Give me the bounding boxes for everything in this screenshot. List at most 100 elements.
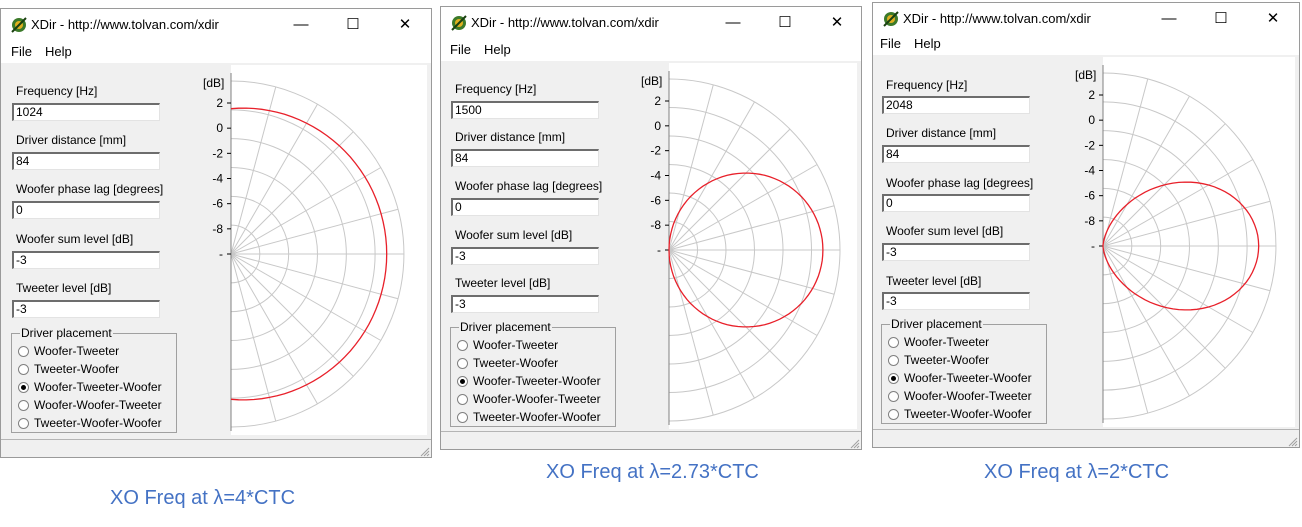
radio-circle	[888, 391, 899, 402]
radio-label: Woofer-Woofer-Tweeter	[904, 389, 1032, 403]
radio-woofer-tweeter-woofer[interactable]: Woofer-Tweeter-Woofer	[886, 371, 1046, 387]
frequency-input[interactable]: 1500	[451, 101, 599, 119]
resize-grip-icon[interactable]	[848, 437, 860, 449]
axis-area	[1059, 57, 1103, 427]
driver-placement-group: Driver placement Woofer-Tweeter Tweeter-…	[881, 317, 1047, 424]
close-button[interactable]: ✕	[1253, 7, 1293, 31]
radio-tweeter-woofer[interactable]: Tweeter-Woofer	[455, 356, 615, 372]
axis-unit-label: [dB]	[203, 76, 224, 90]
radio-circle	[888, 355, 899, 366]
radio-label: Tweeter-Woofer	[904, 353, 990, 367]
radio-woofer-tweeter[interactable]: Woofer-Tweeter	[16, 344, 176, 360]
driver-distance-label: Driver distance [mm]	[886, 126, 997, 140]
woofer-phase-lag-input[interactable]: 0	[451, 198, 599, 216]
radio-woofer-woofer-tweeter[interactable]: Woofer-Woofer-Tweeter	[886, 389, 1046, 405]
driver-distance-input[interactable]: 84	[882, 145, 1030, 163]
menu-bar: File Help	[441, 39, 861, 61]
radio-circle-selected	[18, 382, 29, 393]
y-tick-label: 2	[216, 96, 223, 110]
radio-label: Tweeter-Woofer-Woofer	[473, 410, 601, 424]
close-button[interactable]: ✕	[817, 11, 857, 35]
radio-label: Tweeter-Woofer	[34, 362, 120, 376]
minimize-button[interactable]: —	[713, 11, 753, 35]
y-tick-label: -4	[1084, 164, 1095, 178]
woofer-phase-lag-input[interactable]: 0	[882, 194, 1030, 212]
minimize-button[interactable]: —	[281, 13, 321, 37]
window-title: XDir - http://www.tolvan.com/xdir	[31, 17, 219, 32]
maximize-button[interactable]: ☐	[333, 13, 373, 37]
driver-distance-input[interactable]: 84	[451, 149, 599, 167]
woofer-sum-level-label: Woofer sum level [dB]	[886, 224, 1004, 238]
y-tick-label: -6	[1084, 189, 1095, 203]
menu-help[interactable]: Help	[914, 36, 941, 51]
frequency-input[interactable]: 1024	[12, 103, 160, 121]
radio-label: Woofer-Tweeter-Woofer	[34, 380, 162, 394]
resize-grip-icon[interactable]	[1286, 435, 1298, 447]
y-tick-label: -6	[650, 193, 661, 207]
radio-label: Woofer-Tweeter	[473, 338, 559, 352]
y-tick-label: -	[219, 247, 223, 261]
driver-placement-title: Driver placement	[459, 320, 552, 334]
menu-help[interactable]: Help	[45, 44, 72, 59]
axis-unit-label: [dB]	[1075, 68, 1096, 82]
status-bar	[873, 429, 1299, 447]
frequency-input[interactable]: 2048	[882, 96, 1030, 114]
maximize-button[interactable]: ☐	[1201, 7, 1241, 31]
radio-label: Woofer-Tweeter-Woofer	[473, 374, 601, 388]
maximize-button[interactable]: ☐	[765, 11, 805, 35]
woofer-phase-lag-input[interactable]: 0	[12, 201, 160, 219]
minimize-button[interactable]: —	[1149, 7, 1189, 31]
radio-circle	[457, 340, 468, 351]
radio-circle	[18, 346, 29, 357]
menu-file[interactable]: File	[450, 42, 471, 57]
title-bar[interactable]: XDir - http://www.tolvan.com/xdir — ☐ ✕	[873, 3, 1299, 35]
title-bar[interactable]: XDir - http://www.tolvan.com/xdir — ☐ ✕	[441, 7, 861, 39]
driver-distance-input[interactable]: 84	[12, 152, 160, 170]
tweeter-level-label: Tweeter level [dB]	[16, 281, 112, 295]
radio-woofer-tweeter[interactable]: Woofer-Tweeter	[455, 338, 615, 354]
radio-tweeter-woofer-woofer[interactable]: Tweeter-Woofer-Woofer	[455, 410, 615, 426]
axis-area	[625, 63, 669, 429]
axis-area	[187, 65, 231, 435]
driver-placement-group: Driver placement Woofer-Tweeter Tweeter-…	[11, 326, 177, 433]
xdir-app-icon	[451, 15, 467, 31]
menu-file[interactable]: File	[11, 44, 32, 59]
close-button[interactable]: ✕	[385, 13, 425, 37]
woofer-phase-lag-label: Woofer phase lag [degrees]	[16, 182, 164, 196]
woofer-sum-level-input[interactable]: -3	[12, 251, 160, 269]
radio-circle-selected	[457, 376, 468, 387]
radio-woofer-woofer-tweeter[interactable]: Woofer-Woofer-Tweeter	[455, 392, 615, 408]
radio-tweeter-woofer[interactable]: Tweeter-Woofer	[16, 362, 176, 378]
radio-label: Woofer-Tweeter	[904, 335, 990, 349]
resize-grip-icon[interactable]	[418, 445, 430, 457]
radio-tweeter-woofer[interactable]: Tweeter-Woofer	[886, 353, 1046, 369]
y-tick-label: 2	[1088, 88, 1095, 102]
radio-label: Woofer-Tweeter	[34, 344, 120, 358]
radio-woofer-tweeter-woofer[interactable]: Woofer-Tweeter-Woofer	[455, 374, 615, 390]
radio-woofer-tweeter-woofer[interactable]: Woofer-Tweeter-Woofer	[16, 380, 176, 396]
woofer-phase-lag-label: Woofer phase lag [degrees]	[455, 179, 603, 193]
tweeter-level-input[interactable]: -3	[451, 295, 599, 313]
y-tick-label: 0	[654, 119, 661, 133]
woofer-phase-lag-label: Woofer phase lag [degrees]	[886, 176, 1034, 190]
menu-file[interactable]: File	[880, 36, 901, 51]
menu-bar: File Help	[873, 33, 1299, 55]
polar-plot: [dB] 2 0 -2 -4 -6 -8 -	[1059, 57, 1295, 427]
tweeter-level-label: Tweeter level [dB]	[455, 276, 551, 290]
radio-tweeter-woofer-woofer[interactable]: Tweeter-Woofer-Woofer	[886, 407, 1046, 423]
tweeter-level-input[interactable]: -3	[12, 300, 160, 318]
menu-help[interactable]: Help	[484, 42, 511, 57]
woofer-sum-level-label: Woofer sum level [dB]	[455, 228, 573, 242]
woofer-sum-level-input[interactable]: -3	[882, 243, 1030, 261]
title-bar[interactable]: XDir - http://www.tolvan.com/xdir — ☐ ✕	[1, 9, 431, 41]
radio-woofer-woofer-tweeter[interactable]: Woofer-Woofer-Tweeter	[16, 398, 176, 414]
radio-woofer-tweeter[interactable]: Woofer-Tweeter	[886, 335, 1046, 351]
driver-placement-group: Driver placement Woofer-Tweeter Tweeter-…	[450, 320, 616, 427]
y-tick-label: -6	[212, 197, 223, 211]
radio-circle	[18, 400, 29, 411]
status-bar	[1, 439, 431, 457]
radio-tweeter-woofer-woofer[interactable]: Tweeter-Woofer-Woofer	[16, 416, 176, 432]
woofer-sum-level-input[interactable]: -3	[451, 247, 599, 265]
tweeter-level-input[interactable]: -3	[882, 292, 1030, 310]
y-tick-label: -8	[1084, 214, 1095, 228]
